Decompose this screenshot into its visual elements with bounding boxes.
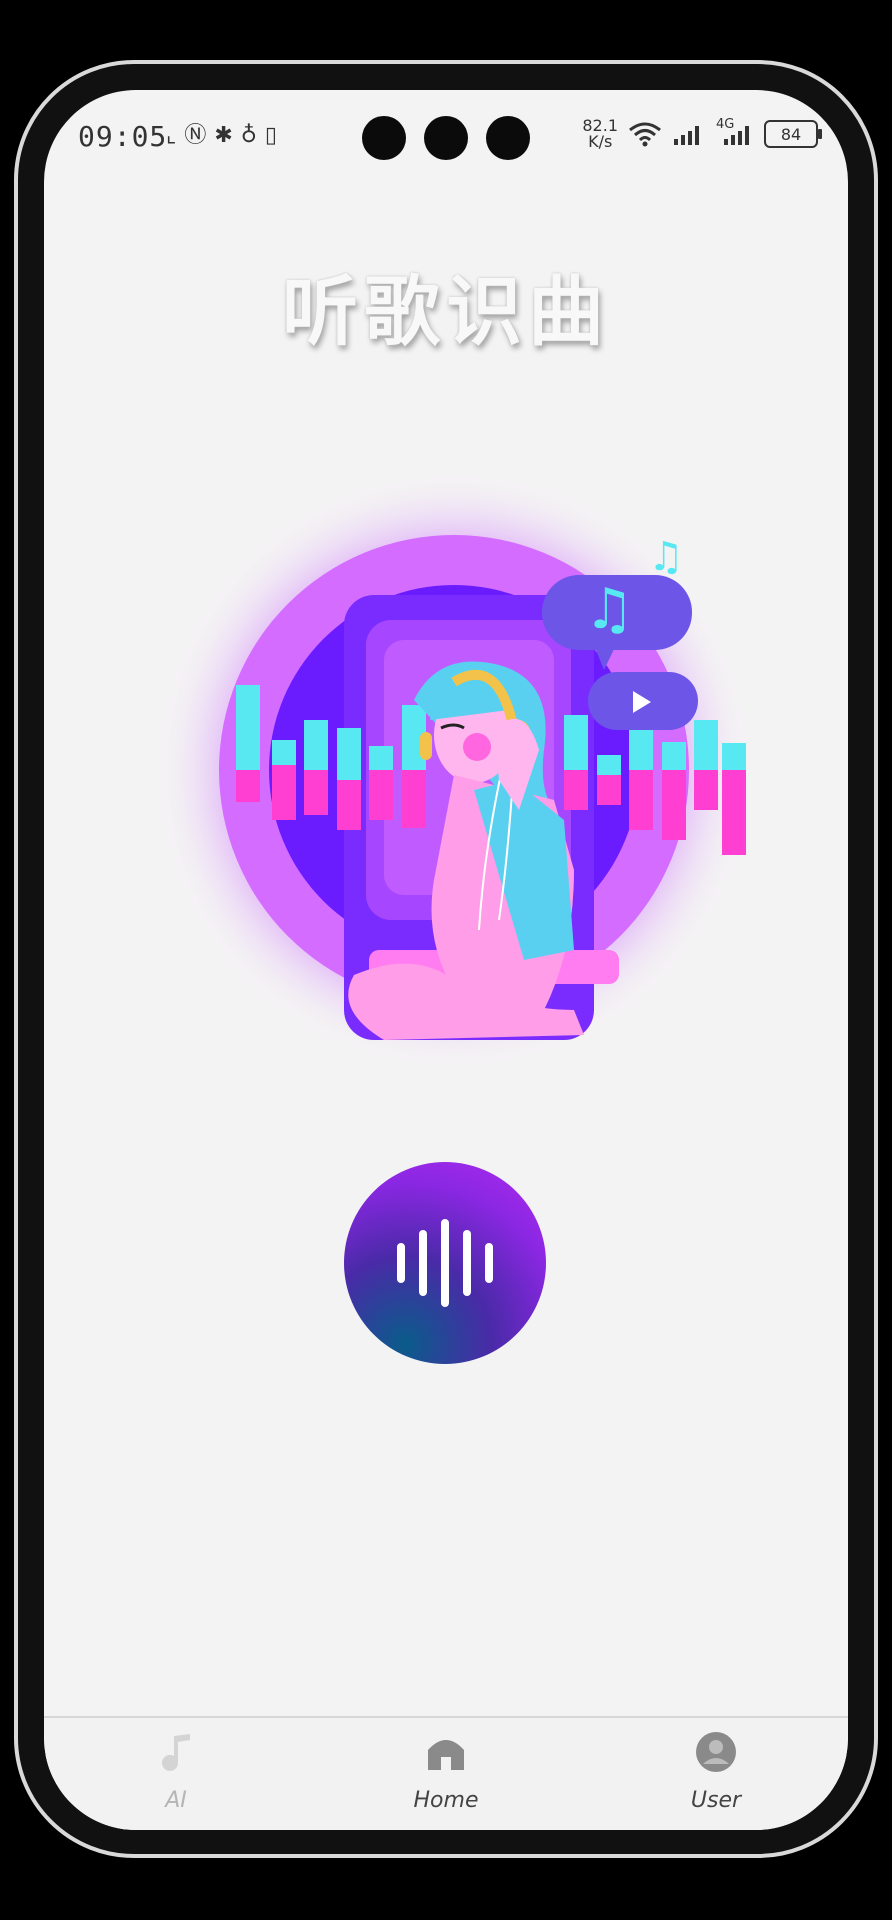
- music-listening-illustration: ♫ ♫: [154, 470, 754, 1070]
- camera-cutout-left: [362, 116, 406, 160]
- sound-wave-bar: [485, 1243, 493, 1283]
- home-icon: [428, 1740, 464, 1770]
- sound-wave-bar: [419, 1230, 427, 1296]
- svg-text:♫: ♫: [584, 577, 634, 642]
- camera-cutout-center: [424, 116, 468, 160]
- tab-ai[interactable]: AI: [106, 1730, 246, 1813]
- notification-icon: ⌞: [166, 123, 177, 148]
- battery-indicator: 84: [764, 120, 822, 148]
- app-screen: 09:05 ⌞ Ⓝ ✱ ♁ ▯ 82.1 K/s 4G 84 听歌识曲 ♫ ♫ …: [44, 90, 848, 1830]
- recognize-song-button[interactable]: [344, 1162, 546, 1364]
- tab-user[interactable]: User: [646, 1730, 786, 1813]
- page-title: 听歌识曲: [282, 267, 610, 356]
- microphone-icon: ♁: [240, 123, 257, 148]
- net-speed: 82.1 K/s: [582, 116, 618, 151]
- signal-4g-icon: 4G: [716, 117, 754, 147]
- status-bar: 09:05 ⌞ Ⓝ ✱ ♁ ▯ 82.1 K/s 4G 84: [44, 90, 848, 190]
- music-note-icon: [162, 1734, 190, 1771]
- status-time: 09:05: [78, 120, 168, 153]
- signal-icon: [674, 126, 699, 145]
- bottom-tab-bar: AI Home User: [44, 1716, 848, 1830]
- sound-wave-bar: [463, 1230, 471, 1296]
- wifi-icon: [629, 122, 661, 147]
- user-icon: [696, 1732, 736, 1772]
- status-right-icons: 82.1 K/s 4G 84: [582, 116, 822, 151]
- bluetooth-icon: ✱: [214, 123, 233, 148]
- nfc-icon: Ⓝ: [184, 123, 207, 148]
- sound-wave-bar: [397, 1243, 405, 1283]
- svg-text:♫: ♫: [648, 534, 684, 580]
- vibrate-icon: ▯: [264, 123, 277, 148]
- camera-cutout-right: [486, 116, 530, 160]
- status-left-icons: ⌞ Ⓝ ✱ ♁ ▯: [166, 122, 277, 150]
- sound-wave-bar: [441, 1219, 449, 1307]
- tab-home[interactable]: Home: [376, 1730, 516, 1813]
